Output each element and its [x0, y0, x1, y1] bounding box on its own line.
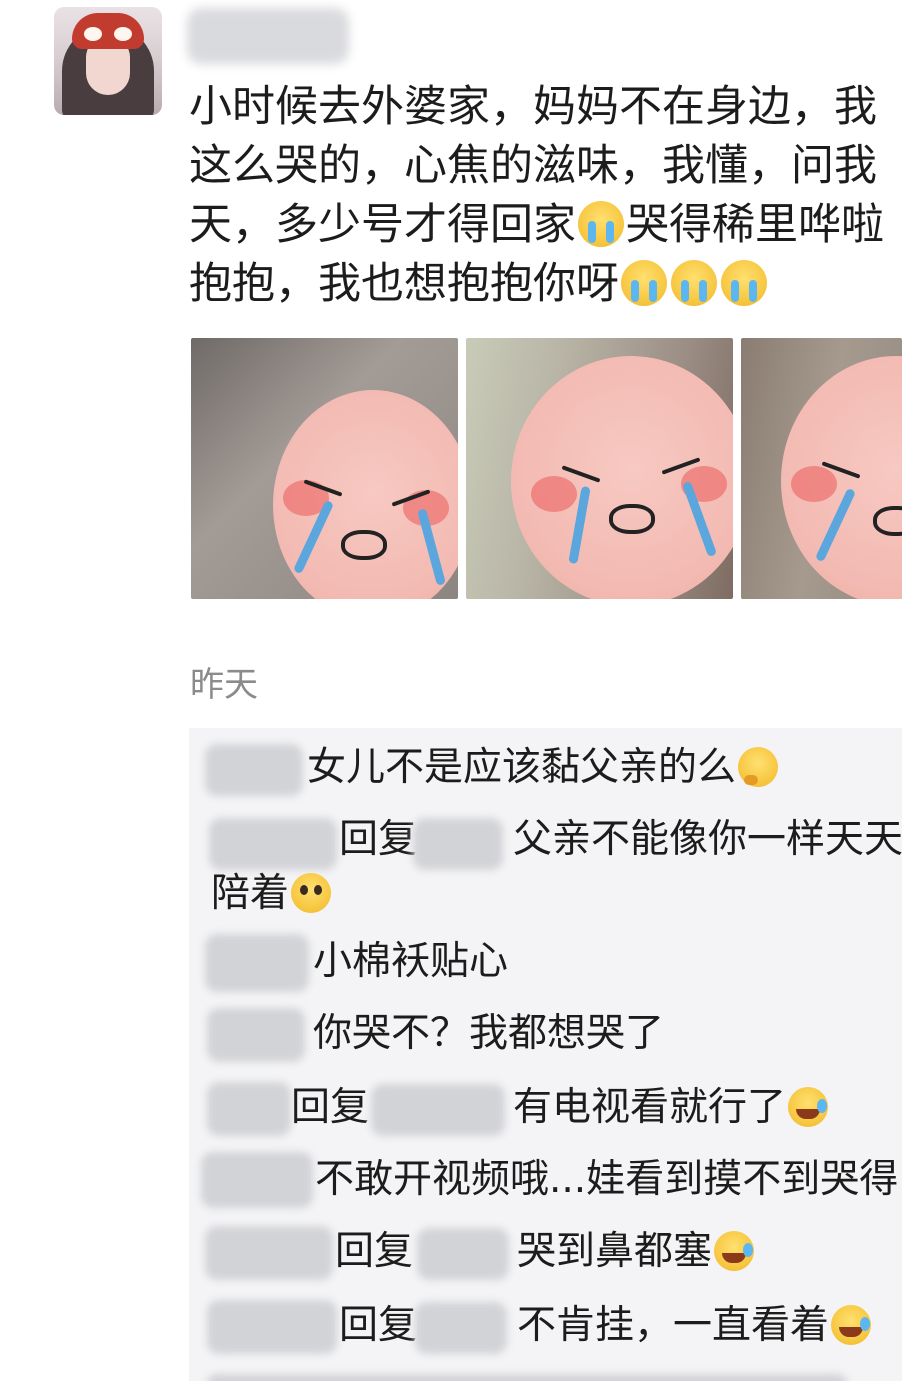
crying-emoji-icon: [721, 260, 767, 306]
reply-label: 回复: [339, 1303, 418, 1348]
blurred-reply-target: [415, 1302, 507, 1354]
post-photo-3[interactable]: [741, 338, 902, 599]
cry-face-sticker: [273, 390, 458, 599]
comment-item[interactable]: 你哭不？我都想哭了: [189, 1004, 902, 1064]
crying-emoji-icon: [671, 260, 717, 306]
blurred-commenter: [205, 744, 303, 796]
blurred-username[interactable]: [187, 8, 349, 64]
worried-emoji-icon: [291, 873, 332, 913]
blush-left: [531, 476, 577, 512]
mouth: [873, 506, 902, 536]
blurred-commenter: [207, 1300, 337, 1354]
post-line: 小时候去外婆家，妈妈不在身边，我: [189, 82, 877, 132]
reply-label: 回复: [339, 817, 418, 862]
comment-text: 陪着: [211, 871, 290, 916]
mouth: [609, 504, 655, 534]
blurred-reply-target: [371, 1084, 505, 1136]
comment-item[interactable]: 回复 有电视看就行了: [189, 1078, 902, 1138]
blurred-commenter: [205, 934, 309, 992]
comment-text: 女儿不是应该黏父亲的么: [307, 745, 737, 790]
post-time: 昨天: [190, 665, 258, 705]
blush-left: [791, 466, 837, 502]
blurred-commenter: [201, 1152, 313, 1208]
comment-text: 不敢开视频哦...娃看到摸不到哭得: [315, 1157, 899, 1202]
laugh-cry-emoji-icon: [714, 1231, 755, 1271]
crying-emoji-icon: [621, 260, 667, 306]
laugh-cry-emoji-icon: [788, 1087, 829, 1127]
reply-label: 回复: [335, 1229, 414, 1274]
post-line: 抱抱，我也想抱抱你呀: [189, 255, 902, 314]
post-line-part: 哭得稀里哗啦: [626, 200, 884, 250]
mouth: [341, 530, 387, 560]
post-text: 小时候去外婆家，妈妈不在身边，我 这么哭的，心焦的滋味，我懂，问我 天，多少号才…: [189, 78, 902, 314]
avatar-eye-mask: [72, 13, 144, 49]
blurred-commenter: [209, 818, 337, 870]
post-line: 天，多少号才得回家 哭得稀里哗啦: [189, 196, 902, 255]
blurred-commenter: [207, 1008, 305, 1062]
cry-face-sticker: [511, 356, 733, 599]
post-photo-1[interactable]: [191, 338, 458, 599]
comment-item[interactable]: 不敢开视频哦...娃看到摸不到哭得: [189, 1150, 902, 1210]
comment-item[interactable]: 回复 父亲不能像你一样天天: [189, 810, 902, 870]
comment-item-continued: 陪着: [189, 864, 902, 924]
cry-face-sticker: [781, 356, 902, 599]
reply-label: 回复: [291, 1085, 370, 1130]
comment-text: 父亲不能像你一样天天: [513, 817, 902, 862]
post-line: 这么哭的，心焦的滋味，我懂，问我: [189, 141, 877, 191]
thinking-emoji-icon: [738, 747, 779, 787]
comment-text: 你哭不？我都想哭了: [313, 1011, 665, 1056]
blurred-reply-target: [413, 818, 503, 870]
crying-emoji-icon: [578, 201, 624, 247]
comment-item[interactable]: 回复 哭到鼻都塞: [189, 1222, 902, 1282]
blurred-commenter: [207, 1082, 291, 1136]
comment-text: 有电视看就行了: [513, 1085, 787, 1130]
blurred-commenter: [205, 1226, 333, 1280]
comment-list: 女儿不是应该黏父亲的么 回复 父亲不能像你一样天天 陪着 小棉袄贴心 你哭不？我…: [189, 728, 902, 1381]
comment-item[interactable]: 女儿不是应该黏父亲的么: [189, 738, 902, 798]
post-line-part: 抱抱，我也想抱抱你呀: [189, 259, 619, 309]
post-photo-2[interactable]: [466, 338, 733, 599]
avatar[interactable]: [54, 7, 162, 115]
laugh-cry-emoji-icon: [831, 1305, 872, 1345]
comment-item[interactable]: 回复 不肯挂，一直看着: [189, 1296, 902, 1356]
comment-text: 小棉袄贴心: [313, 939, 509, 984]
blurred-next-comment: [207, 1374, 847, 1381]
comment-text: 不肯挂，一直看着: [517, 1303, 830, 1348]
moments-post: 小时候去外婆家，妈妈不在身边，我 这么哭的，心焦的滋味，我懂，问我 天，多少号才…: [0, 0, 902, 1381]
post-line-part: 天，多少号才得回家: [189, 200, 576, 250]
blurred-reply-target: [417, 1228, 509, 1280]
comment-item[interactable]: 小棉袄贴心: [189, 932, 902, 992]
comment-text: 哭到鼻都塞: [517, 1229, 713, 1274]
